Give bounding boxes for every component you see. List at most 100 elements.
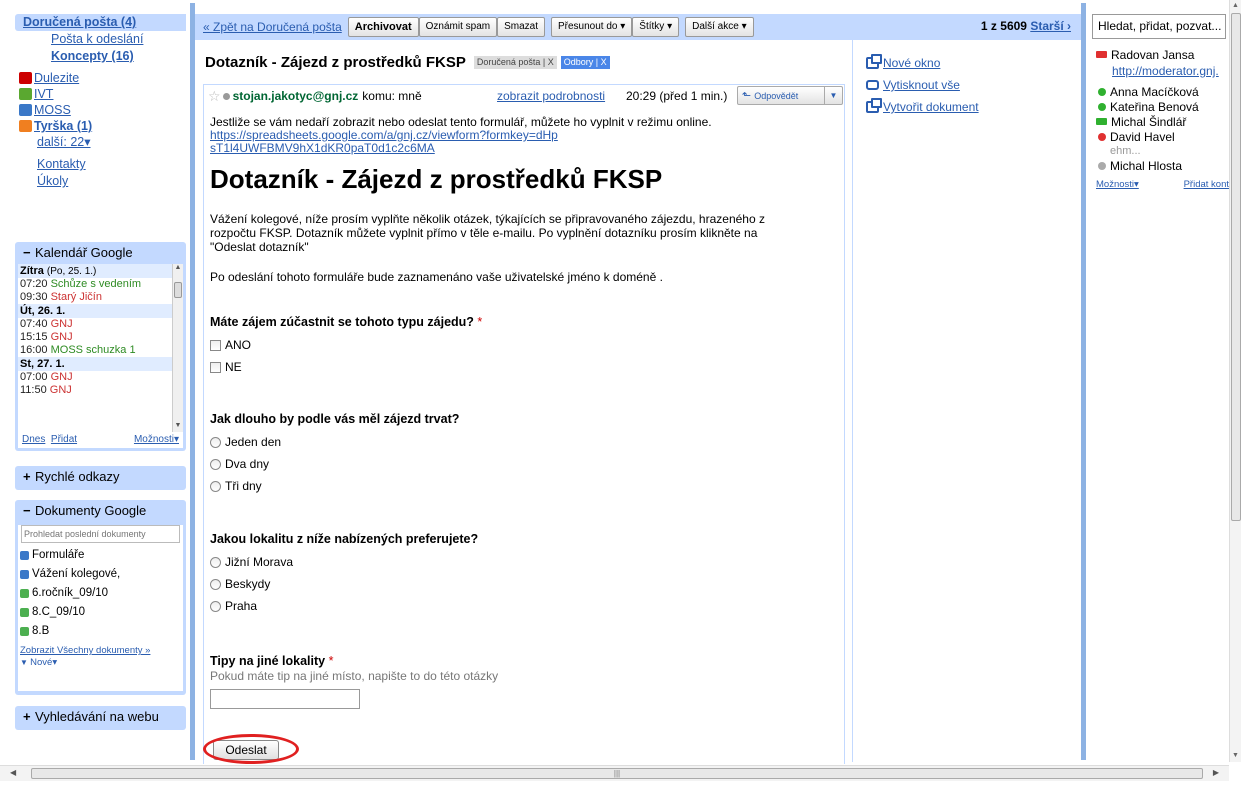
event-name[interactable]: MOSS schuzka 1 xyxy=(51,344,136,356)
chat-contact[interactable]: Michal Šindlář xyxy=(1092,114,1229,129)
chat-contact[interactable]: Anna Macíčková xyxy=(1092,84,1229,99)
event-name[interactable]: GNJ xyxy=(51,331,73,343)
delete-button[interactable]: Smazat xyxy=(497,17,545,37)
nav-drafts-link[interactable]: Koncepty (16) xyxy=(51,49,134,63)
doc-name[interactable]: 8.B xyxy=(32,622,49,641)
doc-item[interactable]: 8.C_09/10 xyxy=(18,603,183,622)
docs-widget-title[interactable]: − Dokumenty Google xyxy=(15,500,186,522)
labels-more-text[interactable]: další: 22▾ xyxy=(37,135,91,149)
chat-contact[interactable]: Michal Hlosta xyxy=(1092,158,1229,173)
radio-button[interactable] xyxy=(210,556,221,568)
option-radio[interactable]: Tři dny xyxy=(210,475,459,497)
doc-item[interactable]: Formuláře xyxy=(18,546,183,565)
calendar-widget-title[interactable]: − Kalendář Google xyxy=(15,242,186,264)
page-horizontal-scrollbar[interactable]: ◀ ||| ▶ xyxy=(0,765,1229,781)
label-item[interactable]: IVT xyxy=(15,86,186,102)
calendar-event[interactable]: 16:00 MOSS schuzka 1 xyxy=(18,344,183,357)
collapse-icon[interactable]: − xyxy=(23,500,35,522)
chat-options-link[interactable]: Možnosti▾ xyxy=(1096,179,1139,190)
checkbox[interactable] xyxy=(210,339,221,351)
labels-button[interactable]: Štítky ▾ xyxy=(632,17,680,37)
calendar-event[interactable]: 15:15 GNJ xyxy=(18,331,183,344)
new-window-link[interactable]: Nové okno xyxy=(883,56,940,70)
scroll-down-icon[interactable]: ▼ xyxy=(173,422,183,432)
doc-name[interactable]: 8.C_09/10 xyxy=(32,603,85,622)
back-to-inbox-link[interactable]: « Zpět na Doručená pošta xyxy=(203,20,342,34)
chat-search-input[interactable]: Hledat, přidat, pozvat... xyxy=(1092,14,1226,39)
star-icon[interactable]: ☆ xyxy=(208,88,221,105)
nav-tasks-link[interactable]: Úkoly xyxy=(37,174,68,188)
scroll-up-icon[interactable]: ▲ xyxy=(173,264,183,274)
scroll-right-icon[interactable]: ▶ xyxy=(1213,768,1219,777)
tips-text-input[interactable] xyxy=(210,689,360,709)
nav-outbox-link[interactable]: Pošta k odeslání xyxy=(51,32,143,46)
calendar-options-link[interactable]: Možnosti▾ xyxy=(134,432,179,448)
calendar-scroll-thumb[interactable] xyxy=(174,282,182,298)
option-radio[interactable]: Jeden den xyxy=(210,431,459,453)
online-form-link[interactable]: https://spreadsheets.google.com/a/gnj.cz… xyxy=(210,129,560,155)
calendar-scrollbar[interactable]: ▲ ▼ xyxy=(172,264,183,432)
label-inbox-chip[interactable]: Doručená pošta | X xyxy=(473,56,557,69)
checkbox[interactable] xyxy=(210,361,221,373)
move-to-button[interactable]: Přesunout do ▾ xyxy=(551,17,633,37)
nav-contacts[interactable]: Kontakty xyxy=(15,156,186,173)
calendar-event[interactable]: 07:20 Schůze s vedením xyxy=(18,278,183,291)
nav-inbox-link[interactable]: Doručená pošta (4) xyxy=(23,15,136,29)
create-doc-action[interactable]: Vytvořit dokument xyxy=(866,96,1076,118)
nav-contacts-link[interactable]: Kontakty xyxy=(37,157,86,171)
event-name[interactable]: GNJ xyxy=(51,318,73,330)
nav-inbox[interactable]: Doručená pošta (4) xyxy=(15,14,186,31)
page-vertical-scrollbar[interactable]: ▲ ▼ xyxy=(1229,0,1241,762)
calendar-event[interactable]: 07:00 GNJ xyxy=(18,371,183,384)
print-all-action[interactable]: Vytisknout vše xyxy=(866,74,1076,96)
vertical-scroll-thumb[interactable] xyxy=(1231,13,1241,521)
radio-button[interactable] xyxy=(210,436,221,448)
nav-outbox[interactable]: Pošta k odeslání xyxy=(15,31,186,48)
calendar-add-link[interactable]: Přidat xyxy=(51,434,77,445)
docs-show-all-link[interactable]: Zobrazit Všechny dokumenty » xyxy=(20,645,150,656)
chat-contact[interactable]: Radovan Jansa xyxy=(1092,47,1229,62)
label-link[interactable]: IVT xyxy=(34,86,53,102)
radio-button[interactable] xyxy=(210,578,221,590)
older-link[interactable]: Starší › xyxy=(1030,19,1071,33)
web-search-widget[interactable]: + Vyhledávání na webu xyxy=(15,706,186,730)
collapse-icon[interactable]: − xyxy=(23,242,35,264)
calendar-event[interactable]: 09:30 Starý Jičín xyxy=(18,291,183,304)
label-link[interactable]: MOSS xyxy=(34,102,71,118)
calendar-event[interactable]: 11:50 GNJ xyxy=(18,384,183,397)
label-odbory-chip[interactable]: Odbory | X xyxy=(560,56,610,69)
chat-contact[interactable]: Kateřina Benová xyxy=(1092,99,1229,114)
submit-button[interactable]: Odeslat xyxy=(213,740,279,760)
option-radio[interactable]: Beskydy xyxy=(210,573,478,595)
doc-name[interactable]: 6.ročník_09/10 xyxy=(32,584,108,603)
radio-button[interactable] xyxy=(210,600,221,612)
web-search-title[interactable]: + Vyhledávání na webu xyxy=(15,706,186,728)
labels-more-link[interactable]: další: 22▾ xyxy=(15,134,186,150)
nav-drafts[interactable]: Koncepty (16) xyxy=(15,48,186,65)
doc-item[interactable]: 8.B xyxy=(18,622,183,641)
event-name[interactable]: Starý Jičín xyxy=(51,291,102,303)
option-radio[interactable]: Praha xyxy=(210,595,478,617)
print-all-link[interactable]: Vytisknout vše xyxy=(883,78,960,92)
reply-dropdown-icon[interactable]: ▼ xyxy=(824,87,842,104)
quick-links-title[interactable]: + Rychlé odkazy xyxy=(15,466,186,488)
chat-contact[interactable]: David Havel xyxy=(1092,129,1229,144)
doc-name[interactable]: Vážení kolegové, xyxy=(32,565,120,584)
option-radio[interactable]: Dva dny xyxy=(210,453,459,475)
expand-icon[interactable]: + xyxy=(23,466,35,488)
quick-links-widget[interactable]: + Rychlé odkazy xyxy=(15,466,186,490)
event-name[interactable]: GNJ xyxy=(50,384,72,396)
show-details-link[interactable]: zobrazit podrobnosti xyxy=(497,89,605,103)
docs-new-link[interactable]: Nové▾ xyxy=(30,657,57,668)
doc-name[interactable]: Formuláře xyxy=(32,546,84,565)
scroll-down-icon[interactable]: ▼ xyxy=(1230,750,1241,762)
horizontal-scroll-thumb[interactable]: ||| xyxy=(31,768,1203,779)
label-item[interactable]: Dulezite xyxy=(15,70,186,86)
doc-item[interactable]: 6.ročník_09/10 xyxy=(18,584,183,603)
calendar-today-link[interactable]: Dnes xyxy=(22,434,45,445)
chat-add-contact-link[interactable]: Přidat kont xyxy=(1184,179,1229,190)
nav-tasks[interactable]: Úkoly xyxy=(15,173,186,190)
expand-icon[interactable]: + xyxy=(23,706,35,728)
radio-button[interactable] xyxy=(210,458,221,470)
calendar-event[interactable]: 07:40 GNJ xyxy=(18,318,183,331)
